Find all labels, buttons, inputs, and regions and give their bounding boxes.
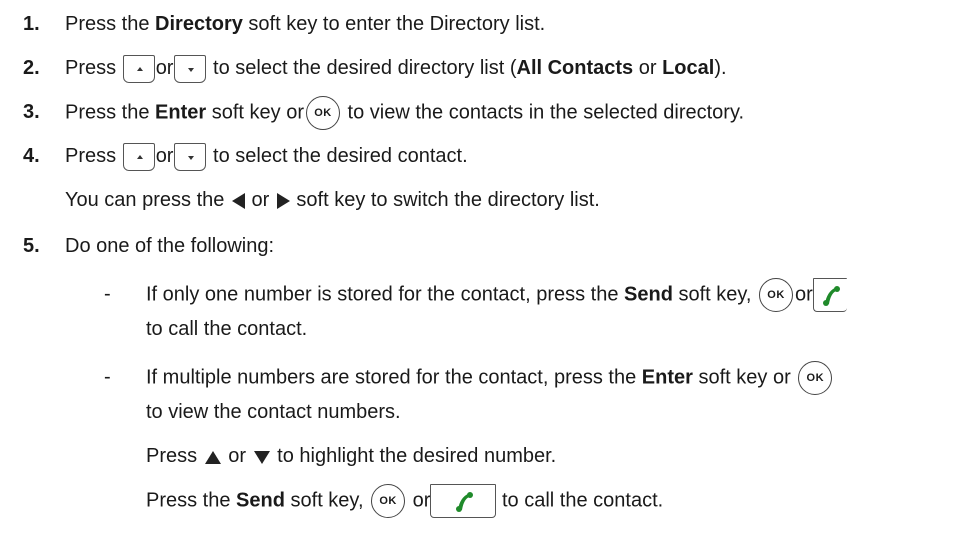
step-2-end: ). <box>714 57 727 79</box>
step-2-or2: or <box>633 57 663 79</box>
up-key-icon <box>122 54 155 83</box>
send-softkey-label: Send <box>624 283 673 306</box>
sub-2-post: to call the contact. <box>501 489 664 512</box>
ok-key-icon: OK <box>371 484 406 518</box>
bullet-2-line-1: If multiple numbers are stored for the c… <box>146 361 834 395</box>
sub-1-post: to highlight the desired number. <box>271 445 557 467</box>
step-3-mid: soft key or <box>206 101 304 124</box>
step-3-text: Press the Enter soft key or OK to view th… <box>65 96 745 130</box>
bullet-1-line-1: If only one number is stored for the con… <box>146 278 847 312</box>
step-4-post: to select the desired contact. <box>207 145 468 167</box>
step-5-number: 5. <box>23 235 40 257</box>
step-4-or: or <box>155 145 174 167</box>
bullet-1-dash: - <box>104 283 111 305</box>
bullet-2-pre: If multiple numbers are stored for the c… <box>146 366 642 389</box>
bullet-1-mid: soft key, <box>672 283 752 306</box>
bullet-2-dash: - <box>104 366 111 388</box>
sub-2-pre: Press the <box>146 489 237 512</box>
bullet-1-pre: If only one number is stored for the con… <box>146 283 625 306</box>
step-2-number: 2. <box>23 57 40 79</box>
down-key-icon <box>174 142 207 171</box>
up-key-icon <box>122 142 155 171</box>
note-or: or <box>245 189 275 211</box>
down-triangle-icon <box>253 450 270 464</box>
sub-2-or: or <box>412 489 431 512</box>
send-softkey-label: Send <box>236 489 285 512</box>
step-5-text: Do one of the following: <box>65 235 275 257</box>
ok-key-icon: OK <box>798 361 833 395</box>
bullet-2-line-2: to view the contact numbers. <box>146 401 401 423</box>
step-2-text: Press or to select the desired directory… <box>65 52 727 84</box>
note-post: soft key to switch the directory list. <box>290 189 600 211</box>
sub-line-1: Press or to highlight the desired number… <box>146 440 556 472</box>
bullet-1-or: or <box>795 283 813 306</box>
step-4-pre: Press <box>65 145 122 167</box>
note-pre: You can press the <box>65 189 230 211</box>
send-key-icon <box>430 484 497 518</box>
sub-line-2: Press the Send soft key, OK or to call t… <box>146 484 664 518</box>
sub-1-pre: Press <box>146 445 203 467</box>
step-4-number: 4. <box>23 145 40 167</box>
step-3-post: to view the contacts in the selected dir… <box>341 101 745 124</box>
all-contacts-label: All Contacts <box>516 57 634 79</box>
step-1-number: 1. <box>23 13 40 35</box>
bullet-2-mid: soft key or <box>692 366 791 389</box>
bullet-1-line-2: to call the contact. <box>146 318 308 340</box>
step-1-text: Press the Directory soft key to enter th… <box>65 8 545 40</box>
step-1-post: soft key to enter the Directory list. <box>242 13 546 35</box>
step-2-pre: Press <box>65 57 122 79</box>
step-4-note: You can press the or soft key to switch … <box>65 184 600 216</box>
step-3-number: 3. <box>23 101 40 123</box>
down-key-icon <box>174 54 207 83</box>
enter-softkey-label: Enter <box>641 366 693 389</box>
right-arrow-icon <box>276 192 290 209</box>
left-arrow-icon <box>231 192 245 209</box>
send-key-icon <box>812 278 847 312</box>
up-triangle-icon <box>204 450 221 464</box>
step-4-text: Press or to select the desired contact. <box>65 140 468 172</box>
step-3-pre: Press the <box>65 101 156 124</box>
enter-softkey-label: Enter <box>155 101 207 124</box>
step-2-or: or <box>155 57 174 79</box>
sub-1-or: or <box>222 445 252 467</box>
ok-key-icon: OK <box>305 96 340 130</box>
ok-key-icon: OK <box>759 278 794 312</box>
step-2-post: to select the desired directory list ( <box>207 57 517 79</box>
step-1-pre: Press the <box>65 13 156 35</box>
local-label: Local <box>662 57 715 79</box>
sub-2-mid: soft key, <box>284 489 364 512</box>
directory-softkey-label: Directory <box>155 13 243 35</box>
